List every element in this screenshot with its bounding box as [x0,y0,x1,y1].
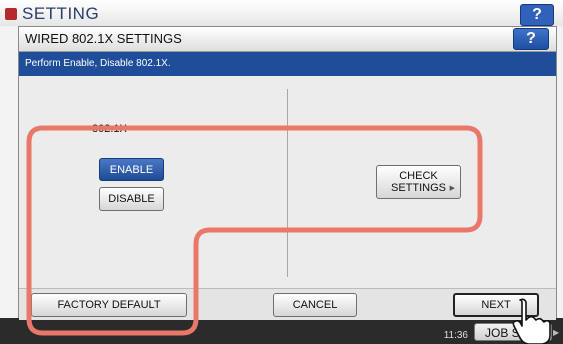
highlight-overlay [26,125,551,344]
hand-pointer-icon [512,298,551,344]
highlight-outline [26,125,483,336]
